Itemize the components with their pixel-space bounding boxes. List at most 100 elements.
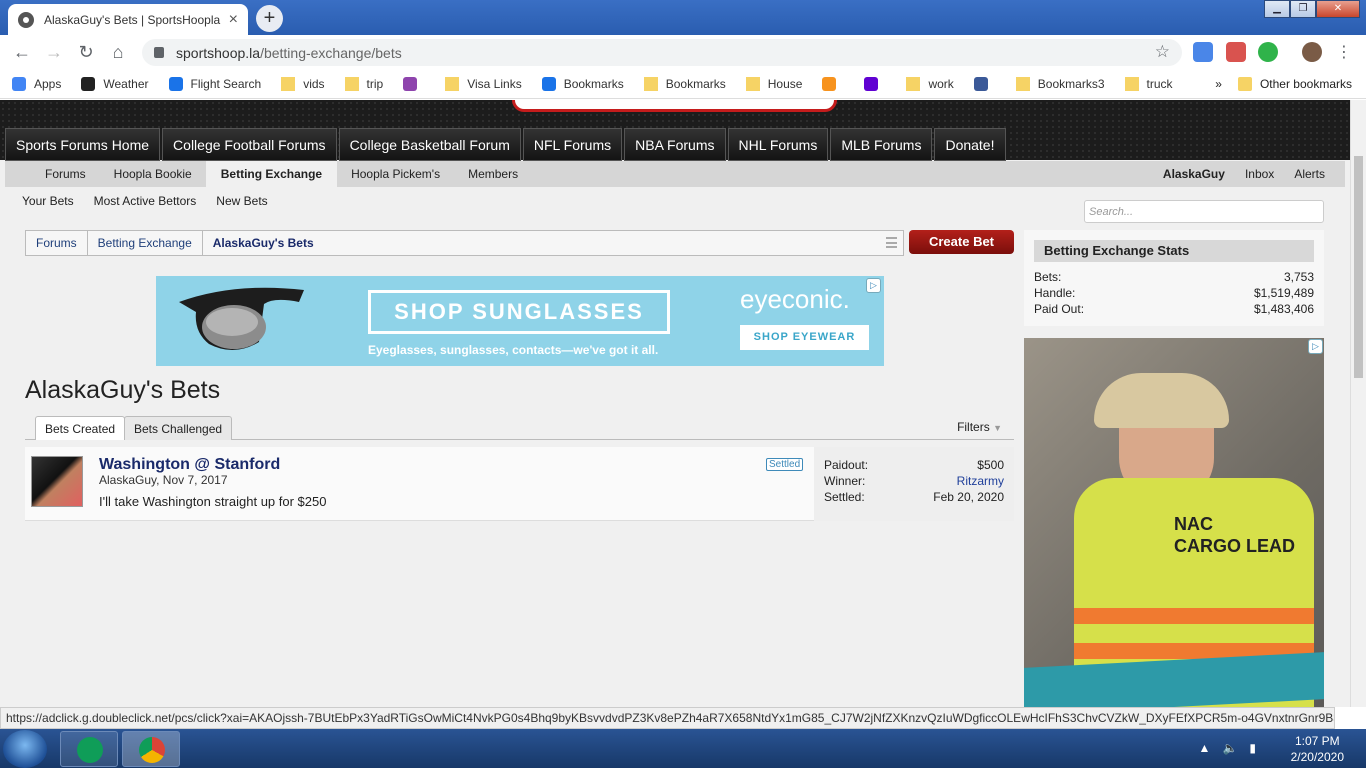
back-arrow-icon[interactable]: ←: [6, 36, 38, 68]
bookmark-bookmarks3[interactable]: Bookmarks3: [1015, 76, 1105, 91]
tray-arrow-icon[interactable]: ▲: [1199, 741, 1211, 755]
taskbar-chrome[interactable]: [122, 731, 180, 767]
green-extension-icon[interactable]: [1258, 42, 1278, 62]
profile-avatar[interactable]: [1302, 42, 1322, 62]
bookmark-ok[interactable]: [822, 76, 844, 91]
bookmark-star-icon[interactable]: ☆: [1155, 42, 1170, 62]
bookmark-label: Flight Search: [190, 76, 262, 91]
user-nav-inbox[interactable]: Inbox: [1235, 161, 1284, 187]
tab-bets-created[interactable]: Bets Created: [35, 416, 126, 440]
bookmark-p-logo[interactable]: [403, 76, 425, 91]
user-nav-alerts[interactable]: Alerts: [1284, 161, 1335, 187]
home-icon[interactable]: ⌂: [102, 36, 134, 68]
tab-hoopla-pickem-s[interactable]: Hoopla Pickem's: [337, 161, 454, 187]
winner-link[interactable]: Ritzarmy: [957, 474, 1004, 490]
pdf-extension-icon[interactable]: [1226, 42, 1246, 62]
address-bar[interactable]: sportshoop.la/betting-exchange/bets ☆: [142, 39, 1182, 66]
main-nav-college-basketball-forum[interactable]: College Basketball Forum: [338, 128, 521, 161]
clock-time: 1:07 PM: [1294, 734, 1340, 748]
bookmark-yahoo[interactable]: [864, 76, 886, 91]
main-nav-donate[interactable]: Donate!: [934, 128, 1006, 161]
tab-close-icon[interactable]: ×: [229, 11, 238, 29]
breadcrumb-forums[interactable]: Forums: [26, 231, 88, 255]
breadcrumb-betting-exchange[interactable]: Betting Exchange: [88, 231, 203, 255]
site-favicon-icon: [18, 11, 34, 28]
translate-extension-icon[interactable]: [1193, 42, 1213, 62]
bookmark-facebook[interactable]: [973, 76, 996, 91]
tab-bets-challenged[interactable]: Bets Challenged: [124, 416, 233, 440]
link-most-active-bettors[interactable]: Most Active Bettors: [94, 194, 197, 208]
bookmark-label: truck: [1146, 76, 1173, 91]
start-button[interactable]: [3, 730, 47, 768]
breadcrumb-current[interactable]: AlaskaGuy's Bets: [203, 231, 324, 255]
adchoices-icon[interactable]: ▷: [866, 278, 881, 293]
window-close-button[interactable]: ✕: [1316, 0, 1360, 18]
filters-dropdown[interactable]: Filters ▼: [957, 420, 1002, 434]
volume-icon[interactable]: 🔈: [1222, 741, 1237, 755]
reload-icon[interactable]: ↻: [70, 36, 102, 68]
bookmark-truck[interactable]: truck: [1124, 76, 1173, 91]
bookmark-weather[interactable]: Weather: [81, 76, 149, 91]
maximize-button[interactable]: ❐: [1290, 0, 1316, 18]
bookmark-visa-links[interactable]: Visa Links: [445, 76, 522, 91]
bet-author-date[interactable]: AlaskaGuy, Nov 7, 2017: [99, 473, 228, 487]
bookmark-flight-search[interactable]: Flight Search: [168, 76, 262, 91]
link-new-bets[interactable]: New Bets: [216, 194, 267, 208]
folder-icon: [1124, 76, 1139, 91]
bookmark-bookmarks[interactable]: Bookmarks: [643, 76, 726, 91]
adchoices-icon[interactable]: ▷: [1308, 339, 1323, 354]
site-logo[interactable]: [512, 100, 837, 112]
bet-title[interactable]: Washington @ Stanford: [99, 456, 280, 474]
stat-bets-label: Bets:: [1034, 270, 1062, 284]
forward-arrow-icon[interactable]: →: [38, 36, 70, 68]
minimize-button[interactable]: ▁: [1264, 0, 1290, 18]
bookmark-vids[interactable]: vids: [281, 76, 325, 91]
sunglasses-ad-banner[interactable]: SHOP SUNGLASSES Eyeglasses, sunglasses, …: [156, 276, 884, 366]
more-bookmarks-chevron[interactable]: »: [1215, 77, 1222, 91]
main-nav-mlb-forums[interactable]: MLB Forums: [830, 128, 933, 161]
page-scrollbar[interactable]: [1350, 100, 1366, 707]
betting-exchange-stats: Betting Exchange Stats Bets: 3,753 Handle…: [1024, 230, 1324, 326]
tab-forums[interactable]: Forums: [31, 161, 100, 187]
scrollbar-thumb[interactable]: [1354, 156, 1363, 378]
main-nav: Sports Forums Home College Football Forum…: [5, 128, 1008, 161]
bookmark-trip[interactable]: trip: [344, 76, 383, 91]
user-nav-alaskaguy[interactable]: AlaskaGuy: [1153, 161, 1235, 187]
tab-betting-exchange[interactable]: Betting Exchange: [205, 161, 338, 187]
user-nav: AlaskaGuy Inbox Alerts: [1153, 161, 1335, 187]
main-nav-college-football-forums[interactable]: College Football Forums: [162, 128, 337, 161]
chrome-menu-icon[interactable]: ⋮: [1336, 42, 1352, 62]
breadcrumb: Forums Betting Exchange AlaskaGuy's Bets: [25, 230, 904, 256]
folder-icon: [1015, 76, 1030, 91]
bookmark-apps[interactable]: Apps: [12, 76, 61, 91]
search-input[interactable]: Search...: [1084, 200, 1324, 223]
bookmark-bookmarks[interactable]: Bookmarks: [541, 76, 624, 91]
shop-eyewear-button[interactable]: SHOP EYEWEAR: [740, 325, 869, 350]
main-nav-sports-forums-home[interactable]: Sports Forums Home: [5, 128, 161, 161]
bet-description: I'll take Washington straight up for $25…: [99, 494, 327, 509]
battery-icon[interactable]: ▮: [1249, 741, 1256, 755]
other-bookmarks[interactable]: Other bookmarks: [1237, 77, 1352, 91]
main-nav-nba-forums[interactable]: NBA Forums: [624, 128, 726, 161]
bet-list-item: Washington @ Stanford AlaskaGuy, Nov 7, …: [25, 447, 1014, 521]
winner-label: Winner:: [824, 474, 866, 488]
main-nav-nhl-forums[interactable]: NHL Forums: [727, 128, 829, 161]
link-your-bets[interactable]: Your Bets: [22, 194, 74, 208]
ad-headline: SHOP SUNGLASSES: [368, 290, 670, 334]
new-tab-button[interactable]: +: [256, 5, 283, 32]
vest-label: CARGO LEAD: [1174, 536, 1295, 556]
bookmark-work[interactable]: work: [906, 76, 954, 91]
create-bet-button[interactable]: Create Bet: [909, 230, 1014, 254]
tab-hoopla-bookie[interactable]: Hoopla Bookie: [100, 161, 206, 187]
taskbar-hangouts[interactable]: [60, 731, 118, 767]
breadcrumb-menu-icon[interactable]: [886, 237, 897, 248]
tab-members[interactable]: Members: [454, 161, 532, 187]
avatar[interactable]: [31, 456, 83, 507]
folder-icon: [643, 76, 658, 91]
taskbar-clock[interactable]: 1:07 PM 2/20/2020: [1291, 733, 1344, 765]
main-nav-nfl-forums[interactable]: NFL Forums: [522, 128, 623, 161]
browser-tab[interactable]: AlaskaGuy's Bets | SportsHoopla ×: [8, 4, 248, 35]
bookmark-label: House: [767, 76, 803, 91]
sidebar-ad[interactable]: NAC CARGO LEAD ▷: [1024, 338, 1324, 707]
bookmark-house[interactable]: House: [745, 76, 803, 91]
